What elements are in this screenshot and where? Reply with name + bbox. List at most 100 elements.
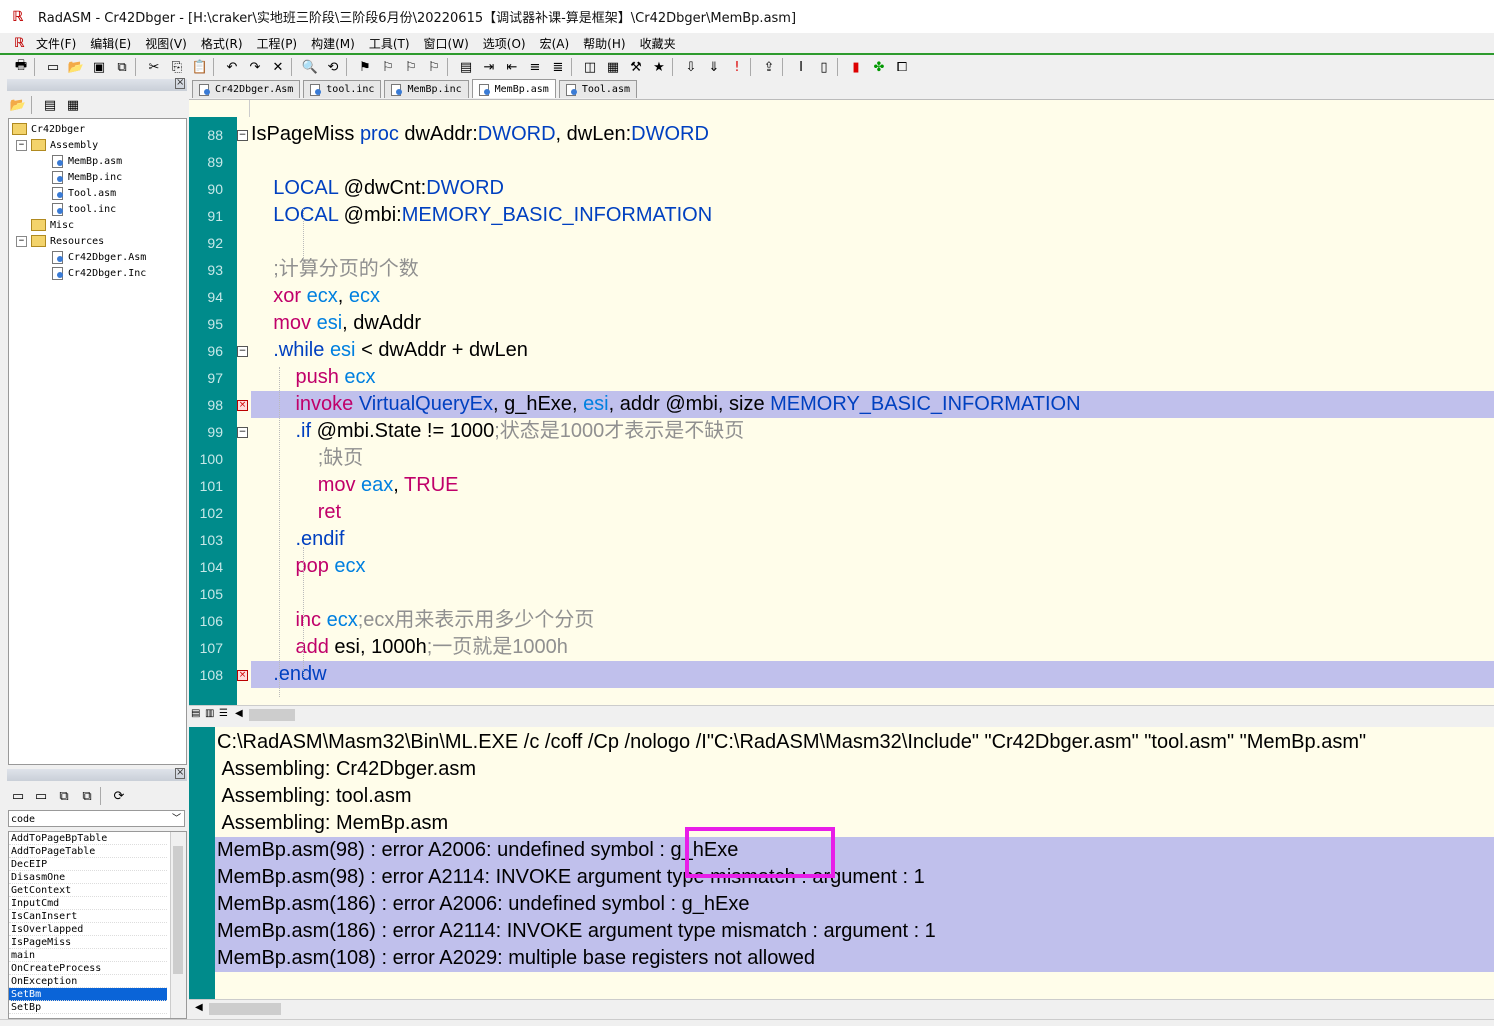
code-line[interactable]: LOCAL @dwCnt:DWORD xyxy=(251,175,1494,202)
paste-icon[interactable]: 📋 xyxy=(191,58,209,76)
code-line[interactable]: xor ecx, ecx xyxy=(251,283,1494,310)
save-icon[interactable]: ▣ xyxy=(90,58,108,76)
bookmark-toggle-icon[interactable]: ⚑ xyxy=(356,58,374,76)
project-view-icon[interactable]: ◫ xyxy=(581,58,599,76)
list-item[interactable]: IsCanInsert xyxy=(9,910,167,923)
prop-struct-icon[interactable]: ⧉ xyxy=(78,787,96,805)
code-line[interactable]: LOCAL @mbi:MEMORY_BASIC_INFORMATION xyxy=(251,202,1494,229)
editor-horizontal-scrollbar[interactable]: ▤ ▥ ☰ ◀ xyxy=(189,705,1494,724)
bookmark-clear-icon[interactable]: ⚐ xyxy=(425,58,443,76)
output-line[interactable]: Assembling: tool.asm xyxy=(215,783,1494,810)
tab-cr42dbger-asm[interactable]: Cr42Dbger.Asm xyxy=(192,80,301,98)
list-item[interactable]: InputCmd xyxy=(9,897,167,910)
text-cursor-icon[interactable]: I xyxy=(792,58,810,76)
folder-open-icon[interactable]: 📂 xyxy=(9,96,27,114)
undo-icon[interactable]: ↶ xyxy=(223,58,241,76)
menu-file[interactable]: 文件(F) xyxy=(36,35,76,52)
code-line[interactable]: ret xyxy=(251,499,1494,526)
menu-help[interactable]: 帮助(H) xyxy=(583,35,625,52)
tree-file[interactable]: MemBp.inc xyxy=(51,169,122,185)
prop-data-icon[interactable]: ⧉ xyxy=(55,787,73,805)
error-line[interactable]: MemBp.asm(186) : error A2006: undefined … xyxy=(215,891,1494,918)
tree-group-assembly[interactable]: Assembly xyxy=(31,137,98,153)
list-item[interactable]: AddToPageBpTable xyxy=(9,832,167,845)
code-line[interactable]: invoke VirtualQueryEx, g_hExe, esi, addr… xyxy=(251,391,1494,418)
output-panel[interactable]: C:\RadASM\Masm32\Bin\ML.EXE /c /coff /Cp… xyxy=(189,727,1494,999)
file-view-icon[interactable]: ▤ xyxy=(41,96,59,114)
save-all-icon[interactable]: ⧉ xyxy=(113,58,131,76)
output-horizontal-scrollbar[interactable]: ◀ xyxy=(189,999,1494,1018)
tree-file[interactable]: MemBp.asm xyxy=(51,153,122,169)
error-line[interactable]: MemBp.asm(108) : error A2029: multiple b… xyxy=(215,945,1494,972)
menu-view[interactable]: 视图(V) xyxy=(145,35,187,52)
fold-toggle-icon[interactable]: − xyxy=(237,346,248,357)
list-item[interactable]: IsPageMiss xyxy=(9,936,167,949)
indent-icon[interactable]: ⇥ xyxy=(480,58,498,76)
code-editor[interactable]: 88 IsPageMiss proc dwAddr:DWORD, dwLen:DW… xyxy=(189,117,1494,705)
refresh-icon[interactable]: ⟳ xyxy=(110,787,128,805)
tree-group-resources[interactable]: Resources xyxy=(31,233,104,249)
replace-icon[interactable]: ⟲ xyxy=(324,58,342,76)
code-line[interactable]: push ecx xyxy=(251,364,1494,391)
code-line[interactable]: .endw xyxy=(251,661,1494,688)
tab-tool-inc[interactable]: tool.inc xyxy=(303,80,382,98)
output-line[interactable]: C:\RadASM\Masm32\Bin\ML.EXE /c /coff /Cp… xyxy=(215,729,1494,756)
code-line[interactable]: mov esi, dwAddr xyxy=(251,310,1494,337)
bookmark-prev-icon[interactable]: ⚐ xyxy=(402,58,420,76)
open-file-icon[interactable]: 📂 xyxy=(67,58,85,76)
output-line[interactable]: Assembling: MemBp.asm xyxy=(215,810,1494,837)
find-icon[interactable]: 🔍 xyxy=(301,58,319,76)
collapse-icon[interactable]: − xyxy=(16,140,27,151)
list-item-selected[interactable]: SetBm xyxy=(9,988,167,1001)
chevron-down-icon[interactable]: ﹀ xyxy=(172,811,181,828)
scroll-thumb[interactable] xyxy=(209,1003,281,1015)
code-line[interactable] xyxy=(251,148,1494,175)
error-marker-icon[interactable]: × xyxy=(237,400,248,411)
menu-tools[interactable]: 工具(T) xyxy=(369,35,410,52)
scroll-left-icon[interactable]: ◀ xyxy=(235,708,243,719)
tree-file[interactable]: Cr42Dbger.Asm xyxy=(51,249,146,265)
scroll-thumb[interactable] xyxy=(173,846,183,974)
code-line[interactable] xyxy=(251,580,1494,607)
code-line[interactable]: ;缺页 xyxy=(251,445,1494,472)
tools-icon[interactable]: ⚒ xyxy=(627,58,645,76)
code-line[interactable]: .if @mbi.State != 1000;状态是1000才表示是不缺页 xyxy=(251,418,1494,445)
fold-toggle-icon[interactable]: − xyxy=(237,427,248,438)
menu-window[interactable]: 窗口(W) xyxy=(424,35,469,52)
project-view-icon[interactable]: ▦ xyxy=(64,96,82,114)
tree-file[interactable]: Tool.asm xyxy=(51,185,116,201)
code-line[interactable]: .while esi < dwAddr + dwLen xyxy=(251,337,1494,364)
lines-mode-icon[interactable]: ☰ xyxy=(219,708,228,719)
close-icon[interactable]: × xyxy=(175,768,185,779)
list-item[interactable]: DisasmOne xyxy=(9,871,167,884)
tree-root[interactable]: Cr42Dbger xyxy=(12,121,85,137)
code-line[interactable]: pop ecx xyxy=(251,553,1494,580)
code-line[interactable] xyxy=(251,229,1494,256)
menu-project[interactable]: 工程(P) xyxy=(257,35,298,52)
collapse-icon[interactable]: − xyxy=(16,236,27,247)
tree-file[interactable]: tool.inc xyxy=(51,201,116,217)
uncomment-icon[interactable]: ≣ xyxy=(549,58,567,76)
tree-group-misc[interactable]: Misc xyxy=(31,217,74,233)
palette-icon[interactable]: ✤ xyxy=(870,58,888,76)
prop-code-icon[interactable]: ▭ xyxy=(9,787,27,805)
menu-edit[interactable]: 编辑(E) xyxy=(90,35,131,52)
close-icon[interactable]: × xyxy=(175,78,185,89)
list-item[interactable]: DecEIP xyxy=(9,858,167,871)
split-mode-icon[interactable]: ▥ xyxy=(205,708,214,719)
assemble-icon[interactable]: ⇓ xyxy=(705,58,723,76)
list-item[interactable]: main xyxy=(9,949,167,962)
view-mode-icon[interactable]: ▤ xyxy=(191,708,200,719)
export-icon[interactable]: ⇪ xyxy=(760,58,778,76)
properties-view-icon[interactable]: ▦ xyxy=(604,58,622,76)
list-item[interactable]: SetBp xyxy=(9,1001,167,1014)
redo-icon[interactable]: ↷ xyxy=(246,58,264,76)
list-scrollbar[interactable] xyxy=(170,832,186,1018)
project-panel-header[interactable]: × xyxy=(7,78,187,91)
tab-membp-asm[interactable]: MemBp.asm xyxy=(471,79,556,98)
scroll-left-icon[interactable]: ◀ xyxy=(195,1002,203,1013)
tab-membp-inc[interactable]: MemBp.inc xyxy=(384,80,469,98)
menu-format[interactable]: 格式(R) xyxy=(201,35,243,52)
comment-icon[interactable]: ≡ xyxy=(526,58,544,76)
new-file-icon[interactable]: ▭ xyxy=(44,58,62,76)
